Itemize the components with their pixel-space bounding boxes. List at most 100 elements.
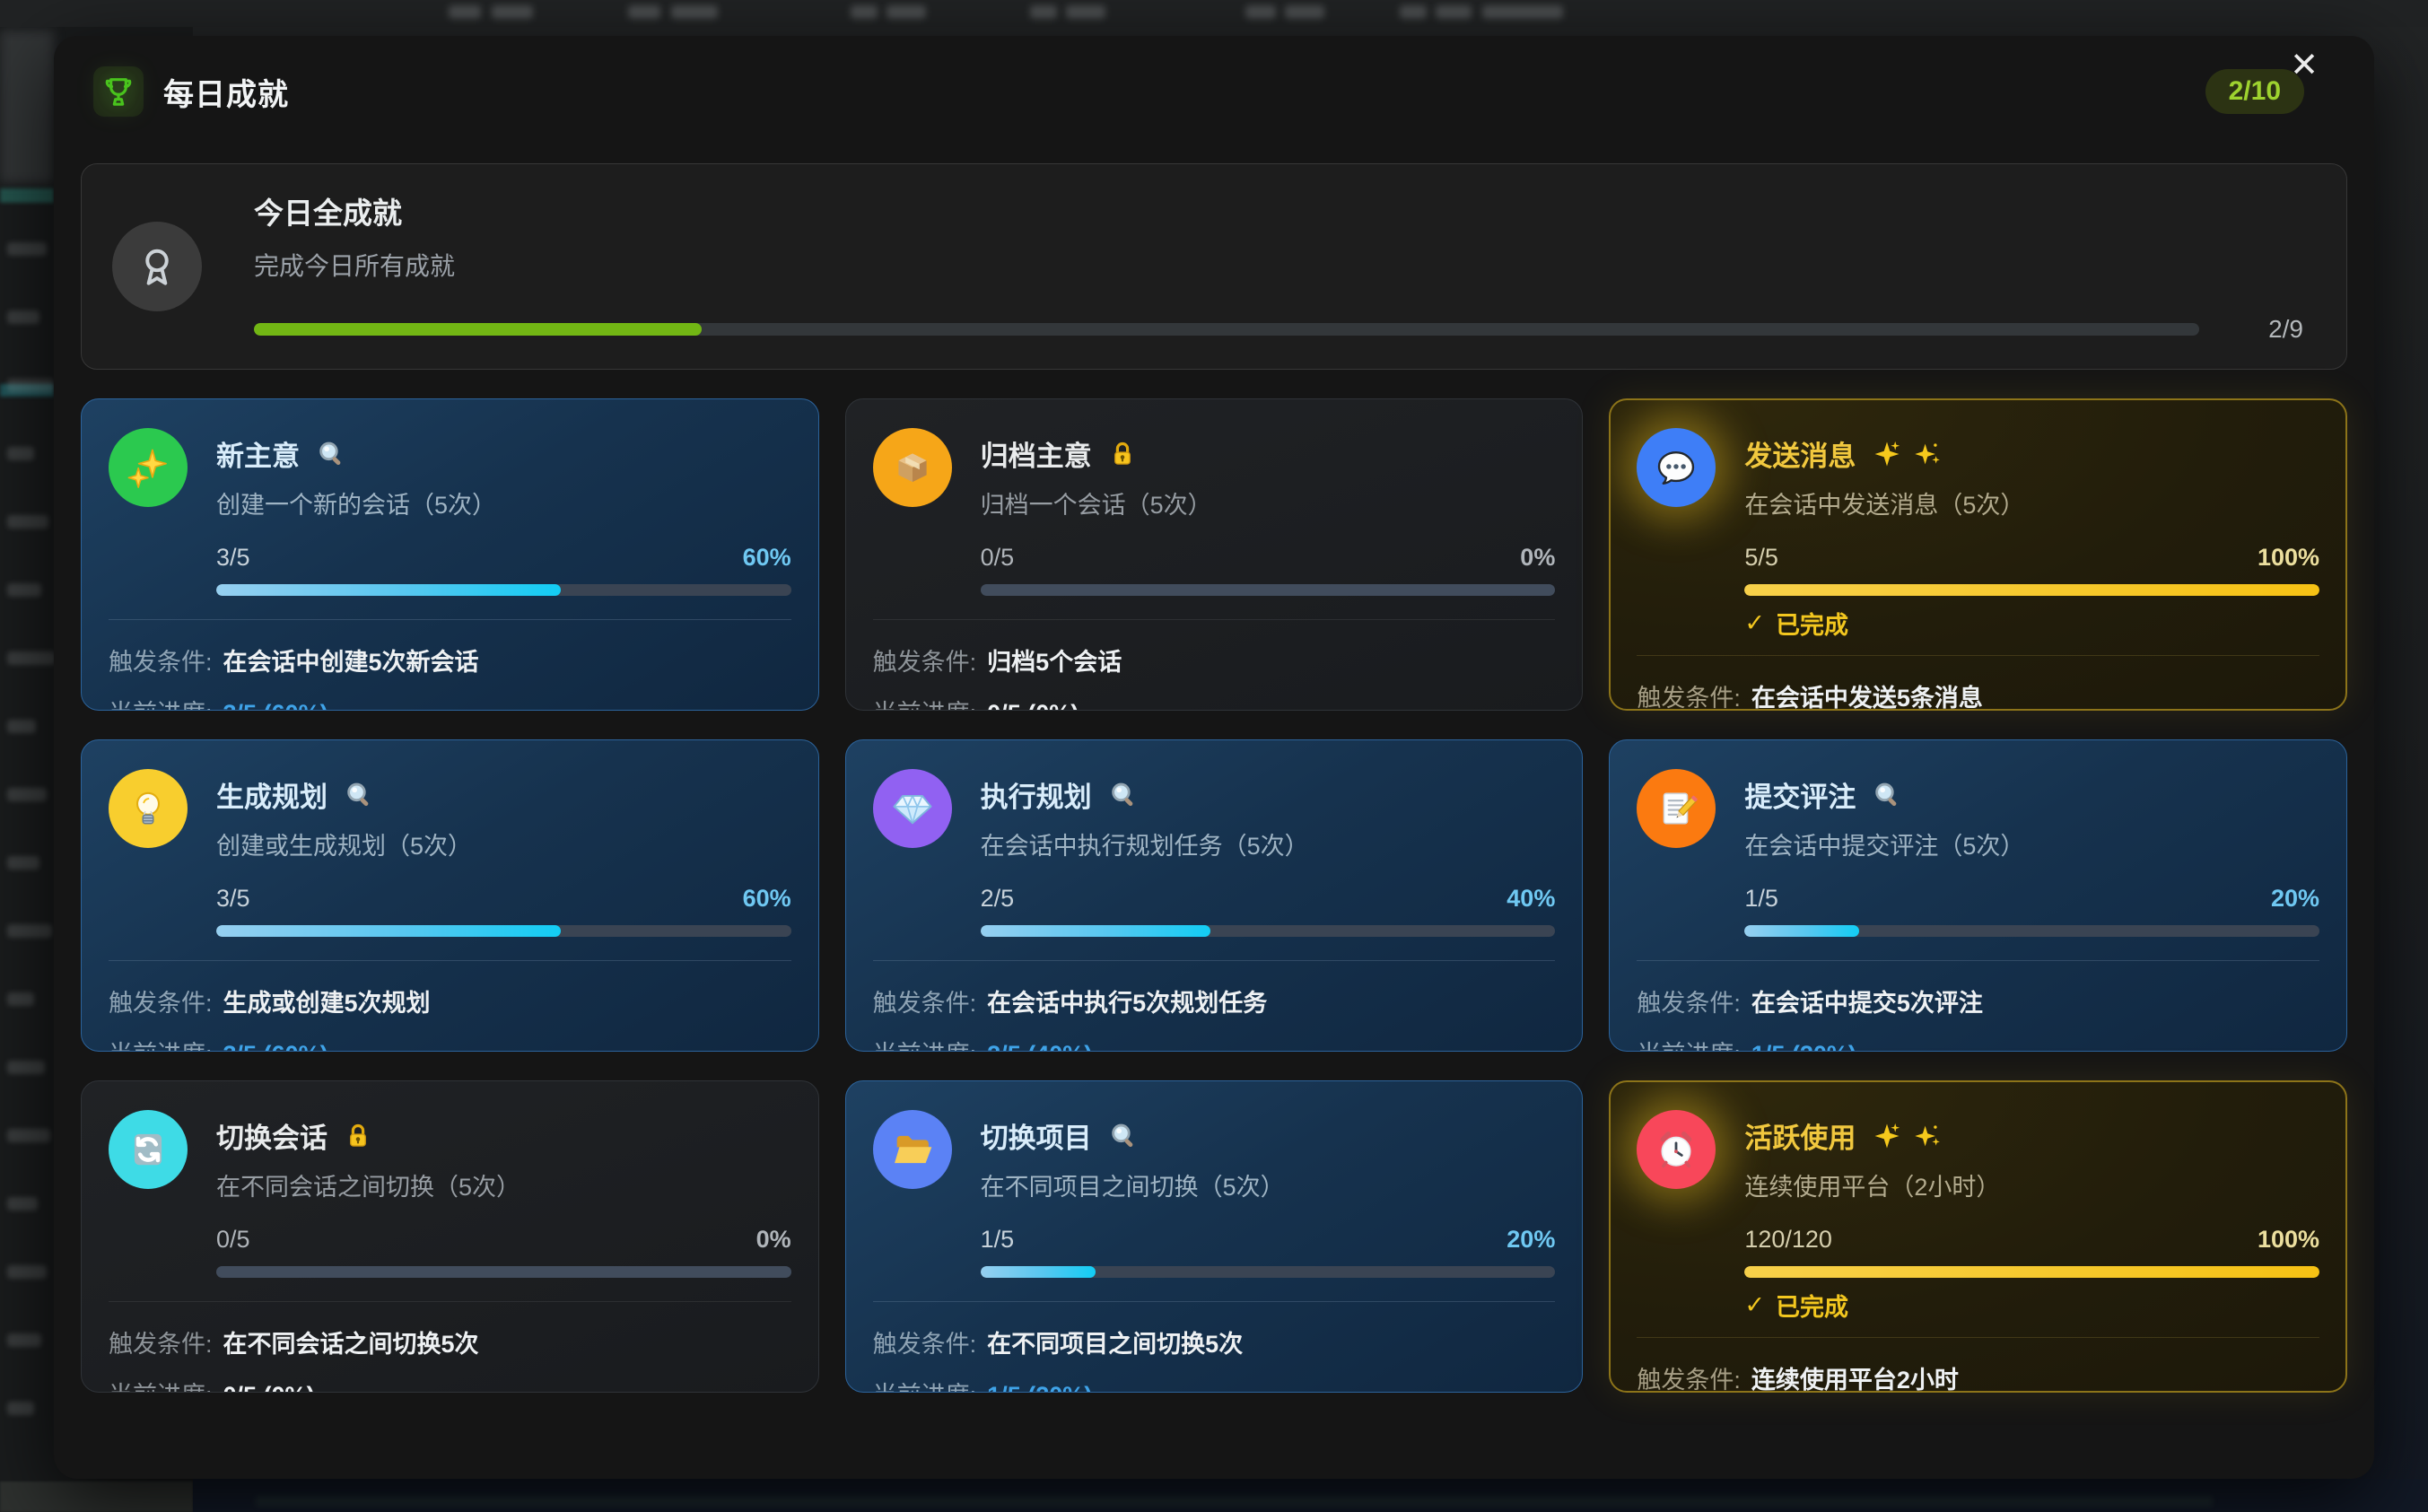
card-top: 切换项目在不同项目之间切换（5次）1/520% <box>873 1108 1556 1278</box>
progress-label: 当前进度: <box>873 1376 977 1393</box>
folder-icon <box>873 1110 952 1189</box>
summary-progress-label: 2/9 <box>2237 315 2303 344</box>
trigger-row: 触发条件: 连续使用平台2小时 <box>1637 1360 2319 1393</box>
sparkle-b-icon <box>1911 1121 1942 1151</box>
card-details: 触发条件:连续使用平台2小时解锁时间:1/13/2026, 3:06:50 PM <box>1637 1338 2319 1393</box>
background-blur-item <box>7 992 34 1006</box>
progress-percent: 100% <box>2258 544 2319 572</box>
trophy-icon <box>93 66 144 117</box>
card-title-row: 执行规划 <box>981 774 1556 815</box>
progress-percent: 100% <box>2258 1226 2319 1254</box>
background-blur-item <box>7 1129 50 1142</box>
card-top: 发送消息在会话中发送消息（5次）5/5100%✓已完成 <box>1637 426 2319 641</box>
card-title-row: 切换项目 <box>981 1115 1556 1156</box>
trigger-value: 在不同项目之间切换5次 <box>987 1324 1243 1359</box>
card-subtitle: 在会话中发送消息（5次） <box>1744 485 2319 520</box>
progress-bar <box>1744 925 2319 937</box>
card-title-row: 活跃使用 <box>1744 1115 2319 1156</box>
background-blur-item <box>7 583 41 597</box>
card-subtitle: 归档一个会话（5次） <box>981 485 1556 520</box>
background-bottom-strip <box>193 1479 2428 1512</box>
card-status-icons <box>344 780 374 810</box>
trigger-row: 触发条件:生成或创建5次规划 <box>109 983 791 1018</box>
card-details: 触发条件:归档5个会话当前进度:0/5 (0%) <box>873 620 1556 711</box>
card-status-icons <box>1108 780 1139 810</box>
card-title-row: 生成规划 <box>216 774 791 815</box>
progress-fill <box>981 925 1210 937</box>
progress-fill <box>1744 925 1859 937</box>
trigger-row: 触发条件:归档5个会话 <box>873 642 1556 677</box>
close-button[interactable]: ✕ <box>2290 48 2319 83</box>
progress-labels: 5/5 100% <box>1744 544 2319 572</box>
progress-label: 当前进度: <box>873 1035 977 1052</box>
progress-label: 当前进度: <box>873 694 977 711</box>
progress-labels: 3/560% <box>216 544 791 572</box>
background-blur-item <box>1030 5 1057 19</box>
card-title-row: 发送消息 <box>1744 433 2319 474</box>
bulb-icon <box>109 769 188 848</box>
trigger-row: 触发条件:在会话中发送5条消息 <box>1637 678 2319 711</box>
progress-labels: 120/120100% <box>1744 1226 2319 1254</box>
card-status-icons <box>344 1122 372 1150</box>
progress-row: 当前进度: 2/5 (40%) <box>873 1035 1556 1052</box>
progress-bar <box>216 584 791 596</box>
medal-icon <box>112 222 202 311</box>
background-blur-item <box>7 379 54 392</box>
sparkles-icon <box>109 428 188 507</box>
progress-percent: 40% <box>1507 885 1555 913</box>
progress-label: 当前进度: <box>109 694 213 711</box>
card-top: 切换会话在不同会话之间切换（5次）0/50% <box>109 1108 791 1278</box>
background-blur-item <box>7 1061 45 1074</box>
progress-value: 2/5 (40%) <box>987 1041 1092 1052</box>
achievement-card-switch-project: 切换项目在不同项目之间切换（5次）1/520% 触发条件: 在不同项目之间切换5次当… <box>845 1080 1584 1393</box>
progress-row: 当前进度:1/5 (20%) <box>1637 1035 2319 1052</box>
background-blur-item <box>7 788 47 801</box>
gem-icon <box>873 769 952 848</box>
progress-labels: 1/520% <box>981 1226 1556 1254</box>
background-blur-item <box>886 5 926 19</box>
memo-icon <box>1637 769 1716 848</box>
progress-count: 5/5 <box>1744 544 1778 572</box>
trigger-label: 触发条件: <box>1637 1360 1741 1393</box>
card-status-icons <box>1872 439 1942 469</box>
card-main: 提交评注在会话中提交评注（5次）1/520% <box>1744 767 2319 937</box>
progress-percent: 20% <box>2271 885 2319 913</box>
background-blur-item <box>449 5 481 19</box>
background-sidebar-accent <box>0 188 54 203</box>
modal-header: 每日成就 2/10 <box>54 36 2374 117</box>
card-details: 触发条件:在会话中执行5次规划任务当前进度: 2/5 (40%) <box>873 961 1556 1052</box>
background-blur-item <box>256 1496 2213 1507</box>
trigger-label: 触发条件: <box>873 1324 977 1359</box>
achievement-card-generate-plan: 生成规划创建或生成规划（5次）3/560% 触发条件:生成或创建5次规划当前进度:… <box>81 739 819 1052</box>
package-icon <box>873 428 952 507</box>
background-blur-item <box>7 720 36 733</box>
card-main: 切换会话在不同会话之间切换（5次）0/50% <box>216 1108 791 1278</box>
trigger-row: 触发条件:在会话中执行5次规划任务 <box>873 983 1556 1018</box>
trigger-value: 生成或创建5次规划 <box>223 983 431 1018</box>
card-title: 切换项目 <box>981 1115 1092 1156</box>
progress-percent: 0% <box>1520 544 1555 572</box>
card-title-row: 新主意 <box>216 433 791 474</box>
progress-fill <box>216 925 561 937</box>
progress-bar <box>1744 1266 2319 1278</box>
background-blur-item <box>7 651 56 665</box>
trigger-value: 连续使用平台2小时 <box>1751 1360 1959 1393</box>
card-main: 生成规划创建或生成规划（5次）3/560% <box>216 767 791 937</box>
trigger-label: 触发条件: <box>109 642 213 677</box>
achievement-card-archive-idea: 归档主意归档一个会话（5次）0/50%触发条件:归档5个会话当前进度:0/5 (… <box>845 398 1584 711</box>
background-sidebar-footer <box>0 1481 193 1512</box>
progress-labels: 0/50% <box>981 544 1556 572</box>
background-blur-item <box>628 5 660 19</box>
card-details: 触发条件:在不同会话之间切换5次当前进度:0/5 (0%) <box>109 1302 791 1393</box>
trigger-value: 在会话中创建5次新会话 <box>223 642 479 677</box>
card-details: 触发条件:生成或创建5次规划当前进度:3/5 (60%) <box>109 961 791 1052</box>
daily-achievements-modal: ✕ 每日成就 2/10 今日全成就 完成今日所有成就 2 <box>54 36 2374 1479</box>
background-blur-item <box>492 5 533 19</box>
background-blur-item <box>851 5 878 19</box>
modal-title: 每日成就 <box>163 70 289 114</box>
progress-label: 当前进度: <box>109 1035 213 1052</box>
background-blur-item <box>1482 5 1563 19</box>
progress-count: 1/5 <box>981 1226 1015 1254</box>
trigger-label: 触发条件: <box>873 642 977 677</box>
background-blur-item <box>7 447 34 460</box>
